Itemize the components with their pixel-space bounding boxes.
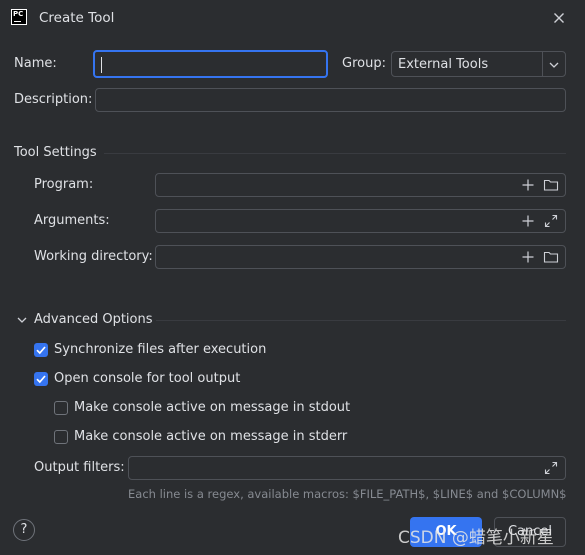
watermark-text: CSDN @蜡笔小新星 [398, 528, 554, 548]
output-filters-label: Output filters: [34, 460, 125, 475]
group-label: Group: [342, 56, 386, 71]
group-selected-value: External Tools [398, 57, 489, 72]
checkbox-unchecked[interactable] [54, 401, 68, 415]
program-label: Program: [34, 177, 94, 192]
checkbox-label: Open console for tool output [54, 371, 241, 386]
checkmark-icon [36, 346, 46, 355]
name-label: Name: [14, 56, 57, 71]
expand-icon[interactable] [543, 213, 559, 229]
checkbox-checked[interactable] [34, 343, 48, 357]
checkbox-label: Make console active on message in stdout [74, 400, 351, 415]
description-label: Description: [14, 92, 93, 107]
program-input[interactable] [155, 173, 566, 197]
text-caret [101, 57, 102, 73]
dialog-title: Create Tool [39, 10, 115, 26]
pycharm-logo-icon: PC [11, 9, 27, 25]
checkmark-icon [36, 375, 46, 384]
output-filters-input[interactable] [128, 456, 566, 480]
advanced-options-divider [156, 320, 566, 321]
plus-icon[interactable] [520, 213, 536, 229]
checkbox-checked[interactable] [34, 372, 48, 386]
checkbox-label: Synchronize files after execution [54, 342, 267, 357]
description-input[interactable] [95, 88, 566, 112]
working-directory-input[interactable] [155, 245, 566, 269]
plus-icon[interactable] [520, 177, 536, 193]
checkbox-unchecked[interactable] [54, 430, 68, 444]
tool-settings-divider [104, 153, 566, 154]
folder-icon[interactable] [543, 177, 559, 193]
combo-divider [542, 52, 543, 76]
chevron-down-icon[interactable] [546, 57, 562, 73]
working-directory-label: Working directory: [34, 249, 153, 264]
group-select[interactable]: External Tools [391, 51, 566, 77]
output-filters-hint: Each line is a regex, available macros: … [128, 487, 567, 501]
title-bar: PC Create Tool [0, 0, 585, 36]
arguments-input[interactable] [155, 209, 566, 233]
chevron-down-icon[interactable] [14, 312, 30, 328]
close-icon[interactable] [551, 10, 567, 26]
arguments-label: Arguments: [34, 213, 110, 228]
checkbox-label: Make console active on message in stderr [74, 429, 348, 444]
name-input[interactable] [93, 50, 328, 78]
help-button[interactable]: ? [13, 519, 35, 541]
plus-icon[interactable] [520, 249, 536, 265]
advanced-options-heading[interactable]: Advanced Options [34, 312, 153, 327]
tool-settings-heading: Tool Settings [14, 145, 97, 160]
expand-icon[interactable] [543, 460, 559, 476]
folder-icon[interactable] [543, 249, 559, 265]
